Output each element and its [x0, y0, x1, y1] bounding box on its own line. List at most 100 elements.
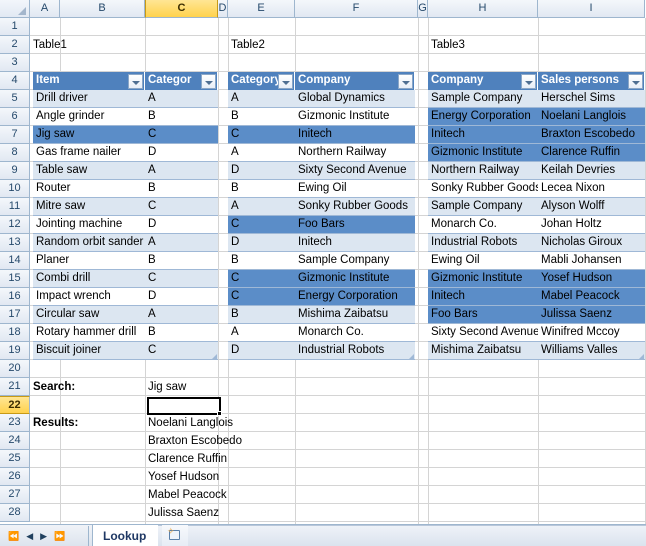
table-row[interactable]: Clarence Ruffin	[538, 144, 645, 162]
table-row[interactable]: Foo Bars	[295, 216, 415, 234]
table2-header-1[interactable]: Company	[295, 72, 415, 90]
table2-filter-button-1[interactable]	[398, 74, 413, 89]
row-header-14[interactable]: 14	[0, 252, 30, 270]
table-row[interactable]: Angle grinder	[33, 108, 145, 126]
table3-resize-handle[interactable]	[639, 354, 644, 359]
table1-resize-handle[interactable]	[212, 354, 217, 359]
table-row[interactable]: Nicholas Giroux	[538, 234, 645, 252]
row-header-15[interactable]: 15	[0, 270, 30, 288]
row-header-20[interactable]: 20	[0, 360, 30, 378]
row-header-13[interactable]: 13	[0, 234, 30, 252]
column-header-e[interactable]: E	[228, 0, 295, 18]
table-row[interactable]: Sample Company	[428, 198, 538, 216]
row-header-6[interactable]: 6	[0, 108, 30, 126]
table-row[interactable]: Global Dynamics	[295, 90, 415, 108]
table-row[interactable]: B	[145, 180, 218, 198]
row-header-17[interactable]: 17	[0, 306, 30, 324]
table-row[interactable]: Sonky Rubber Goods	[428, 180, 538, 198]
table-row[interactable]: Circular saw	[33, 306, 145, 324]
column-header-b[interactable]: B	[60, 0, 145, 18]
column-header-h[interactable]: H	[428, 0, 538, 18]
table-row[interactable]: Braxton Escobedo	[538, 126, 645, 144]
table-row[interactable]: Mishima Zaibatsu	[428, 342, 538, 360]
table-row[interactable]: A	[145, 234, 218, 252]
row-header-24[interactable]: 24	[0, 432, 30, 450]
table-row[interactable]: Mitre saw	[33, 198, 145, 216]
column-header-d[interactable]: D	[218, 0, 228, 18]
row-header-5[interactable]: 5	[0, 90, 30, 108]
sheet-tab-bar[interactable]: ⏪ ◀ ▶ ⏩ Lookup ✧	[0, 524, 646, 546]
row-header-12[interactable]: 12	[0, 216, 30, 234]
table3-filter-button-0[interactable]	[521, 74, 536, 89]
table-row[interactable]: Initech	[428, 126, 538, 144]
table-row[interactable]: Energy Corporation	[428, 108, 538, 126]
row-header-1[interactable]: 1	[0, 18, 30, 36]
last-sheet-icon[interactable]: ⏩	[54, 531, 65, 541]
table-row[interactable]: Ewing Oil	[428, 252, 538, 270]
table-row[interactable]: C	[145, 198, 218, 216]
row-header-21[interactable]: 21	[0, 378, 30, 396]
table-row[interactable]: Northern Railway	[295, 144, 415, 162]
table-row[interactable]: A	[228, 144, 295, 162]
table-row[interactable]: Monarch Co.	[295, 324, 415, 342]
table-row[interactable]: Gizmonic Institute	[428, 144, 538, 162]
sheet-tab-lookup[interactable]: Lookup	[92, 525, 159, 546]
table-row[interactable]: B	[228, 108, 295, 126]
table-row[interactable]: Rotary hammer drill	[33, 324, 145, 342]
select-all-corner[interactable]	[0, 0, 30, 18]
first-sheet-icon[interactable]: ⏪	[8, 531, 19, 541]
table-row[interactable]: Biscuit joiner	[33, 342, 145, 360]
row-header-2[interactable]: 2	[0, 36, 30, 54]
row-header-18[interactable]: 18	[0, 324, 30, 342]
table-row[interactable]: D	[145, 216, 218, 234]
row-header-9[interactable]: 9	[0, 162, 30, 180]
table-row[interactable]: C	[228, 216, 295, 234]
sheet-nav-buttons[interactable]: ⏪ ◀ ▶ ⏩	[4, 528, 69, 544]
table-row[interactable]: Energy Corporation	[295, 288, 415, 306]
table-row[interactable]: D	[145, 288, 218, 306]
table-row[interactable]: Gas frame nailer	[33, 144, 145, 162]
table1-filter-button-0[interactable]	[128, 74, 143, 89]
next-sheet-icon[interactable]: ▶	[40, 531, 47, 541]
table2-resize-handle[interactable]	[409, 354, 414, 359]
table-row[interactable]: Monarch Co.	[428, 216, 538, 234]
table-row[interactable]: Initech	[428, 288, 538, 306]
row-header-26[interactable]: 26	[0, 468, 30, 486]
table-row[interactable]: A	[145, 306, 218, 324]
table-row[interactable]: C	[228, 270, 295, 288]
table-row[interactable]: Sonky Rubber Goods	[295, 198, 415, 216]
table-row[interactable]: Julissa Saenz	[538, 306, 645, 324]
table-row[interactable]: Ewing Oil	[295, 180, 415, 198]
table-row[interactable]: Industrial Robots	[428, 234, 538, 252]
row-header-11[interactable]: 11	[0, 198, 30, 216]
table-row[interactable]: D	[228, 342, 295, 360]
table-row[interactable]: D	[228, 162, 295, 180]
table-row[interactable]: Sixty Second Avenue	[428, 324, 538, 342]
table-row[interactable]: Table saw	[33, 162, 145, 180]
search-value[interactable]: Jig saw	[148, 379, 186, 396]
table-row[interactable]: Yosef Hudson	[538, 270, 645, 288]
table-row[interactable]: Johan Holtz	[538, 216, 645, 234]
row-header-10[interactable]: 10	[0, 180, 30, 198]
table-row[interactable]: Initech	[295, 234, 415, 252]
row-header-4[interactable]: 4	[0, 72, 30, 90]
table-row[interactable]: Initech	[295, 126, 415, 144]
column-header-a[interactable]: A	[30, 0, 60, 18]
table-row[interactable]: C	[228, 288, 295, 306]
table-row[interactable]: D	[228, 234, 295, 252]
table-row[interactable]: B	[228, 180, 295, 198]
new-sheet-tab[interactable]: ✧	[162, 525, 188, 546]
table-row[interactable]: Random orbit sander	[33, 234, 145, 252]
row-header-19[interactable]: 19	[0, 342, 30, 360]
table-row[interactable]: Foo Bars	[428, 306, 538, 324]
table-row[interactable]: C	[145, 270, 218, 288]
table-row[interactable]: Sixty Second Avenue	[295, 162, 415, 180]
table-row[interactable]: B	[145, 108, 218, 126]
table-row[interactable]: C	[145, 126, 218, 144]
table1-filter-button-1[interactable]	[201, 74, 216, 89]
table-row[interactable]: Herschel Sims	[538, 90, 645, 108]
column-header-c[interactable]: C	[145, 0, 218, 18]
table-row[interactable]: C	[228, 126, 295, 144]
new-sheet-icon[interactable]: ✧	[167, 527, 183, 542]
table-row[interactable]: B	[145, 324, 218, 342]
